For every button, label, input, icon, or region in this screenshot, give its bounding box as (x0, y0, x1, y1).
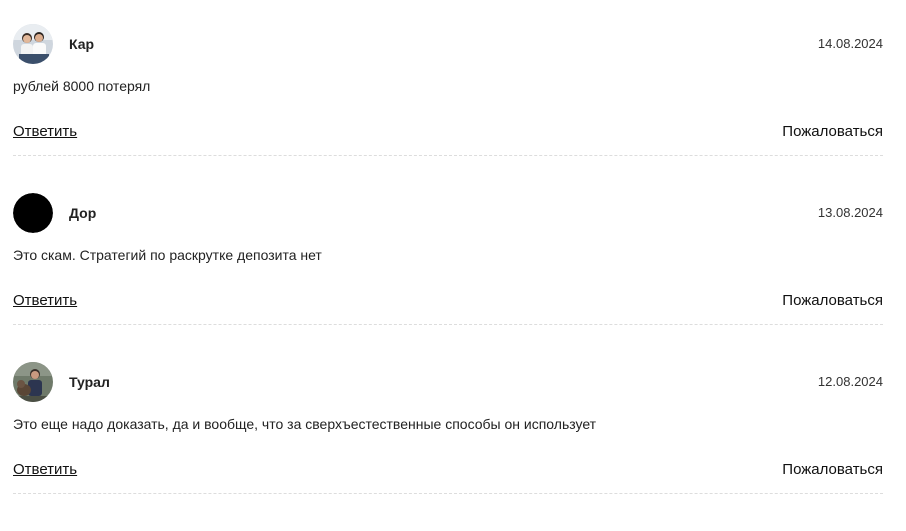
avatar (13, 24, 53, 64)
report-link[interactable]: Пожаловаться (782, 291, 883, 311)
comment-author: Турал (69, 374, 110, 390)
comments-list: Кар 14.08.2024 рублей 8000 потерял Ответ… (0, 0, 906, 496)
comment-divider (13, 324, 883, 325)
reply-link[interactable]: Ответить (13, 291, 77, 311)
comment-date: 13.08.2024 (817, 205, 883, 220)
comment-item: Турал 12.08.2024 Это еще надо доказать, … (13, 362, 883, 531)
avatar (13, 193, 53, 233)
comment-divider (13, 155, 883, 156)
reply-link[interactable]: Ответить (13, 460, 77, 480)
comment-text: Это еще надо доказать, да и вообще, что … (13, 416, 597, 432)
comment-header: Дор 13.08.2024 (13, 193, 883, 233)
comment-text: рублей 8000 потерял (13, 78, 151, 94)
comment-divider (13, 493, 883, 494)
report-link[interactable]: Пожаловаться (782, 122, 883, 142)
report-link[interactable]: Пожаловаться (782, 460, 883, 480)
comment-date: 14.08.2024 (817, 36, 883, 51)
comment-text: Это скам. Стратегий по раскрутке депозит… (13, 247, 322, 263)
comment-header: Кар 14.08.2024 (13, 24, 883, 64)
comment-item: Кар 14.08.2024 рублей 8000 потерял Ответ… (13, 24, 883, 193)
avatar (13, 362, 53, 402)
reply-link[interactable]: Ответить (13, 122, 77, 142)
comment-author: Кар (69, 36, 95, 52)
comment-item: Дор 13.08.2024 Это скам. Стратегий по ра… (13, 193, 883, 362)
comment-header: Турал 12.08.2024 (13, 362, 883, 402)
comment-date: 12.08.2024 (817, 374, 883, 389)
comment-author: Дор (69, 205, 97, 221)
